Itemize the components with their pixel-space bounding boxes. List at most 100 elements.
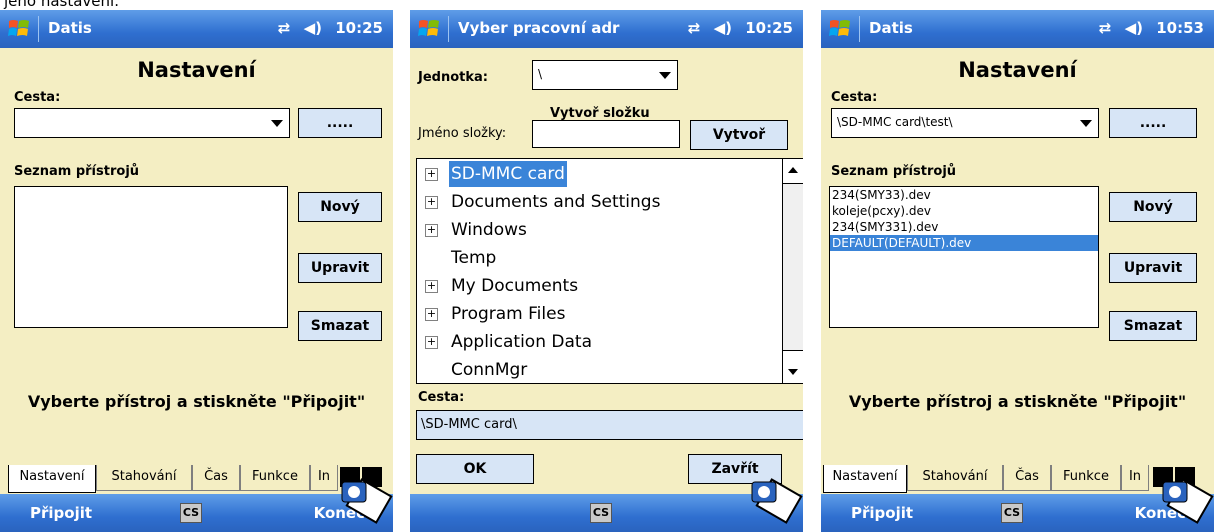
tab-settings[interactable]: Nastavení bbox=[823, 465, 907, 493]
expand-icon[interactable]: + bbox=[425, 336, 438, 349]
browse-button[interactable]: ..... bbox=[1109, 108, 1197, 138]
window-title: Datis bbox=[48, 19, 92, 37]
tree-item-label: SD-MMC card bbox=[449, 161, 567, 187]
path-label: Cesta: bbox=[418, 390, 465, 405]
tab-functions[interactable]: Funkce bbox=[240, 465, 310, 491]
tree-item[interactable]: + My Documents bbox=[417, 273, 777, 299]
device-list[interactable]: 234(SMY33).dev koleje(pcxy).dev 234(SMY331… bbox=[829, 186, 1099, 328]
tree-item[interactable]: Temp bbox=[417, 245, 777, 271]
tree-item[interactable]: + Application Data bbox=[417, 329, 777, 355]
expand-icon[interactable]: + bbox=[425, 168, 438, 181]
volume-icon[interactable]: ◀) bbox=[304, 19, 322, 37]
input-panel-keyboard-icon[interactable] bbox=[748, 472, 803, 532]
device-list[interactable] bbox=[14, 186, 288, 328]
tree-item[interactable]: + Windows bbox=[417, 217, 777, 243]
tab-functions[interactable]: Funkce bbox=[1051, 465, 1121, 491]
tree-item-label: Temp bbox=[451, 248, 497, 268]
windows-start-icon[interactable] bbox=[6, 16, 32, 42]
tree-item-label: Program Files bbox=[451, 304, 566, 324]
device-list-item[interactable]: koleje(pcxy).dev bbox=[830, 203, 1098, 219]
path-field[interactable]: \SD-MMC card\ bbox=[416, 410, 803, 440]
device-list-label: Seznam přístrojů bbox=[831, 164, 957, 179]
path-label: Cesta: bbox=[14, 90, 61, 105]
tab-time[interactable]: Čas bbox=[192, 465, 240, 491]
edit-device-button[interactable]: Upravit bbox=[298, 253, 382, 283]
settings-screen-populated: Datis ⇄ ◀) 10:53 Nastavení Cesta: \SD-MM… bbox=[821, 10, 1214, 532]
connect-softkey[interactable]: Připojit bbox=[30, 504, 92, 522]
device-list-item[interactable]: DEFAULT(DEFAULT).dev bbox=[830, 235, 1098, 251]
path-dropdown[interactable] bbox=[14, 108, 290, 138]
edit-device-button[interactable]: Upravit bbox=[1109, 253, 1197, 283]
tree-item[interactable]: + Documents and Settings bbox=[417, 189, 777, 215]
create-folder-label: Vytvoř složku bbox=[550, 106, 650, 121]
title-bar: Datis ⇄ ◀) 10:53 bbox=[821, 10, 1214, 48]
windows-start-icon[interactable] bbox=[416, 16, 442, 42]
connectivity-icon[interactable]: ⇄ bbox=[1099, 19, 1112, 37]
chevron-down-icon bbox=[1080, 120, 1092, 127]
device-list-item[interactable]: 234(SMY331).dev bbox=[830, 219, 1098, 235]
page-title: Nastavení bbox=[137, 58, 256, 82]
chevron-down-icon bbox=[659, 72, 671, 79]
create-folder-button[interactable]: Vytvoř bbox=[690, 120, 788, 150]
instruction-text: Vyberte přístroj a stiskněte "Připojit" bbox=[27, 392, 366, 411]
connect-softkey[interactable]: Připojit bbox=[851, 504, 913, 522]
tree-scrollbar[interactable] bbox=[782, 159, 803, 383]
delete-device-button[interactable]: Smazat bbox=[298, 311, 382, 341]
ok-button[interactable]: OK bbox=[416, 454, 534, 484]
scroll-thumb[interactable] bbox=[783, 183, 803, 351]
device-list-item[interactable]: 234(SMY33).dev bbox=[830, 187, 1098, 203]
folder-name-label: Jméno složky: bbox=[418, 126, 507, 141]
window-title: Vyber pracovní adr bbox=[458, 19, 620, 37]
tab-settings[interactable]: Nastavení bbox=[8, 465, 96, 493]
tab-download[interactable]: Stahování bbox=[907, 465, 1003, 491]
delete-device-button[interactable]: Smazat bbox=[1109, 311, 1197, 341]
menu-bar: CS bbox=[410, 494, 803, 532]
expand-icon[interactable]: + bbox=[425, 308, 438, 321]
path-dropdown[interactable]: \SD-MMC card\test\ bbox=[831, 108, 1099, 138]
expand-icon[interactable]: + bbox=[425, 280, 438, 293]
new-device-button[interactable]: Nový bbox=[1109, 192, 1197, 222]
tab-info[interactable]: In bbox=[310, 465, 338, 491]
clock-time[interactable]: 10:25 bbox=[335, 19, 383, 37]
scroll-down-icon[interactable] bbox=[783, 361, 803, 383]
volume-icon[interactable]: ◀) bbox=[714, 19, 732, 37]
volume-icon[interactable]: ◀) bbox=[1125, 19, 1143, 37]
tree-item[interactable]: + Program Files bbox=[417, 301, 777, 327]
scroll-up-icon[interactable] bbox=[783, 159, 803, 181]
tab-time[interactable]: Čas bbox=[1003, 465, 1051, 491]
connectivity-icon[interactable]: ⇄ bbox=[278, 19, 291, 37]
chevron-down-icon bbox=[271, 120, 283, 127]
folder-tree[interactable]: + SD-MMC card + Documents and Settings + Wind… bbox=[416, 158, 803, 384]
browse-button[interactable]: ..... bbox=[298, 108, 382, 138]
menu-bar: Připojit CS Konec bbox=[821, 494, 1214, 532]
folder-name-input[interactable] bbox=[532, 120, 680, 148]
expand-icon[interactable]: + bbox=[425, 224, 438, 237]
unit-label: Jednotka: bbox=[418, 70, 488, 85]
input-language-indicator[interactable]: CS bbox=[1001, 503, 1023, 523]
new-device-button[interactable]: Nový bbox=[298, 192, 382, 222]
tree-item[interactable]: ConnMgr bbox=[417, 357, 777, 383]
tab-download[interactable]: Stahování bbox=[96, 465, 192, 491]
clock-time[interactable]: 10:25 bbox=[745, 19, 793, 37]
input-panel-keyboard-icon[interactable] bbox=[338, 472, 393, 532]
title-bar: Vyber pracovní adr ⇄ ◀) 10:25 bbox=[410, 10, 803, 48]
input-language-indicator[interactable]: CS bbox=[590, 503, 612, 523]
menu-bar: Připojit CS Konec bbox=[0, 494, 393, 532]
clock-time[interactable]: 10:53 bbox=[1156, 19, 1204, 37]
tab-info[interactable]: In bbox=[1121, 465, 1149, 491]
title-bar: Datis ⇄ ◀) 10:25 bbox=[0, 10, 393, 48]
tree-item-label: My Documents bbox=[451, 276, 579, 296]
unit-dropdown[interactable]: \ bbox=[532, 60, 678, 90]
input-panel-keyboard-icon[interactable] bbox=[1159, 472, 1214, 532]
device-list-label: Seznam přístrojů bbox=[14, 164, 140, 179]
connectivity-icon[interactable]: ⇄ bbox=[688, 19, 701, 37]
expand-icon[interactable]: + bbox=[425, 196, 438, 209]
path-label: Cesta: bbox=[831, 90, 878, 105]
window-title: Datis bbox=[869, 19, 913, 37]
tree-item-label: Windows bbox=[451, 220, 527, 240]
input-language-indicator[interactable]: CS bbox=[180, 503, 202, 523]
folder-picker-screen: Vyber pracovní adr ⇄ ◀) 10:25 Jednotka: … bbox=[410, 10, 803, 532]
tree-item-label: ConnMgr bbox=[451, 360, 528, 380]
tree-item[interactable]: + SD-MMC card bbox=[417, 161, 777, 187]
windows-start-icon[interactable] bbox=[827, 16, 853, 42]
